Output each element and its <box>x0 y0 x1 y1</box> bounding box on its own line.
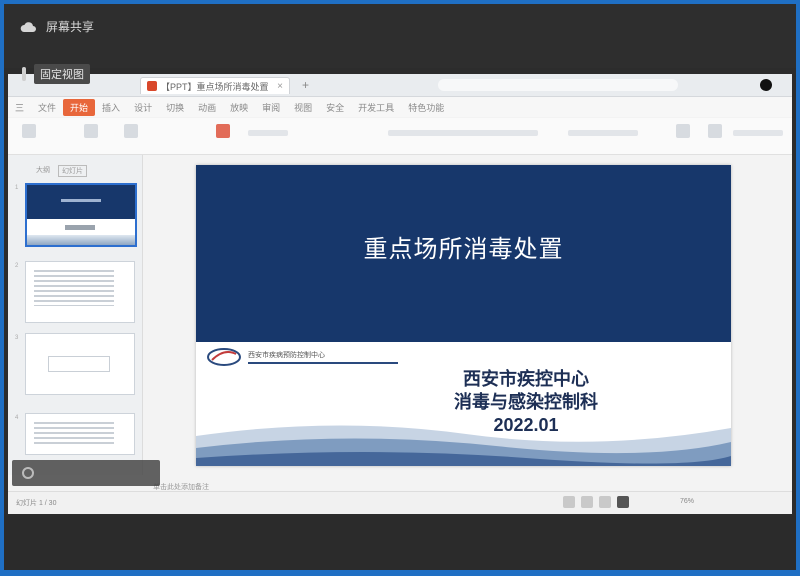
slide-thumbnail-3[interactable] <box>25 333 135 395</box>
menu-item[interactable]: 审阅 <box>255 99 287 116</box>
slide-counter: 幻灯片 1 / 30 <box>16 500 57 507</box>
thumb-header <box>27 185 135 219</box>
microphone-icon <box>22 467 34 479</box>
menu-item[interactable]: 开发工具 <box>351 99 401 116</box>
slide-number: 3 <box>15 335 19 341</box>
format-painter-icon[interactable] <box>84 124 98 138</box>
tab-search-field[interactable] <box>438 79 678 91</box>
cloud-icon <box>20 21 36 33</box>
slide-thumbnail-4[interactable] <box>25 413 135 455</box>
tab-bar: 【PPT】重点场所消毒处置 × + <box>8 74 792 97</box>
menu-item[interactable]: 三 <box>8 99 31 116</box>
thumb-wave <box>27 235 135 245</box>
document-tab[interactable]: 【PPT】重点场所消毒处置 × <box>140 77 290 94</box>
thumb-center-box <box>48 356 110 372</box>
pin-icon <box>22 67 26 81</box>
sorter-view-icon[interactable] <box>581 496 593 508</box>
org-name: 西安市疾控中心 <box>463 369 589 389</box>
thumb-title <box>61 199 101 202</box>
tab-outline[interactable]: 大纲 <box>36 165 50 177</box>
slide-thumbnail-1[interactable] <box>25 183 137 247</box>
menu-item[interactable]: 插入 <box>95 99 127 116</box>
slideshow-play-icon[interactable] <box>617 496 629 508</box>
shape-icon[interactable] <box>708 124 722 138</box>
normal-view-icon[interactable] <box>563 496 575 508</box>
slide-thumbnail-2[interactable] <box>25 261 135 323</box>
screen-share-indicator[interactable]: 屏幕共享 <box>20 18 94 35</box>
reading-view-icon[interactable] <box>599 496 611 508</box>
close-tab-icon[interactable]: × <box>277 81 283 92</box>
slide-panel: 大纲 幻灯片 1 2 3 4 <box>8 155 143 475</box>
view-buttons <box>563 496 629 508</box>
slide-number: 4 <box>15 415 19 421</box>
picture-icon[interactable] <box>676 124 690 138</box>
pin-label: 固定视图 <box>34 64 90 84</box>
menu-item[interactable]: 动画 <box>191 99 223 116</box>
new-tab-button[interactable]: + <box>302 78 309 92</box>
avatar[interactable] <box>760 79 772 91</box>
menu-item-home[interactable]: 开始 <box>63 98 96 116</box>
menu-item[interactable]: 视图 <box>287 99 319 116</box>
notes-hint[interactable]: 单击此处添加备注 <box>153 482 209 492</box>
tab-slides[interactable]: 幻灯片 <box>58 165 87 177</box>
menu-item[interactable]: 切换 <box>159 99 191 116</box>
arrange-group[interactable] <box>733 130 783 136</box>
ppt-file-icon <box>147 81 157 91</box>
current-slide[interactable]: 重点场所消毒处置 西安市疾病预防控制中心 西安市疾控中心 消毒与感染控制科 20… <box>196 165 731 466</box>
status-bar: 单击此处添加备注 幻灯片 1 / 30 76% <box>8 484 792 514</box>
thumb-text-lines <box>34 422 114 446</box>
slide-number: 2 <box>15 263 19 269</box>
menu-item[interactable]: 安全 <box>319 99 351 116</box>
logo-text: 西安市疾病预防控制中心 <box>248 350 398 364</box>
paste-icon[interactable] <box>22 124 36 138</box>
menu-item[interactable]: 设计 <box>127 99 159 116</box>
document-tab-title: 【PPT】重点场所消毒处置 <box>161 81 269 92</box>
menu-bar: 三 文件 开始 插入 设计 切换 动画 放映 审阅 视图 安全 开发工具 特色功… <box>8 97 792 117</box>
menu-item[interactable]: 特色功能 <box>401 99 451 116</box>
decorative-wave <box>196 425 731 466</box>
menu-item[interactable]: 放映 <box>223 99 255 116</box>
thumb-text-lines <box>34 270 114 306</box>
layout-icon[interactable] <box>216 124 230 138</box>
cdc-logo: 西安市疾病预防控制中心 <box>206 346 398 368</box>
participant-overlay[interactable] <box>12 460 160 486</box>
slide-title: 重点场所消毒处置 <box>363 236 564 263</box>
font-name-select[interactable] <box>248 130 288 136</box>
slide-number: 1 <box>15 185 19 191</box>
meeting-top-bar: 屏幕共享 <box>4 4 796 68</box>
share-label: 屏幕共享 <box>46 20 95 34</box>
zoom-level[interactable]: 76% <box>680 498 694 505</box>
ribbon-toolbar <box>8 118 792 155</box>
new-slide-icon[interactable] <box>124 124 138 138</box>
slide-panel-tabs: 大纲 幻灯片 <box>36 165 87 177</box>
font-style-group[interactable] <box>388 130 538 136</box>
cdc-emblem-icon <box>206 346 242 368</box>
menu-item[interactable]: 文件 <box>31 99 63 116</box>
thumb-logo <box>65 225 95 230</box>
pin-view-control[interactable]: 固定视图 <box>22 64 90 84</box>
paragraph-group[interactable] <box>568 130 638 136</box>
meeting-bottom-bar <box>4 516 796 570</box>
